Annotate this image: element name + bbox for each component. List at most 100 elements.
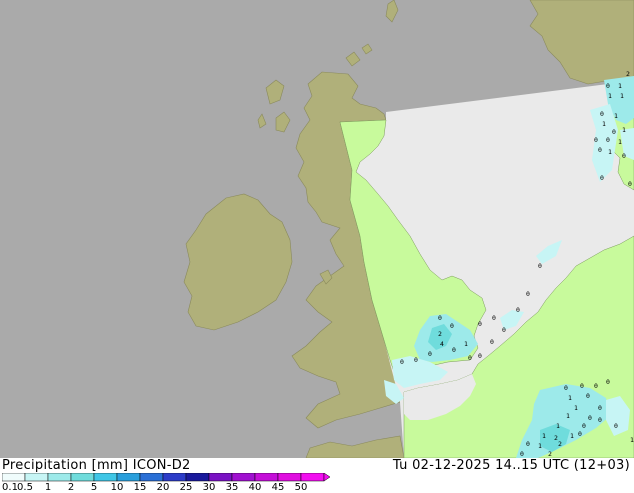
footer-bar: Precipitation [mm] ICON-D2 Tu 02-12-2025… bbox=[0, 458, 634, 493]
cell-value-label: 0 bbox=[468, 354, 472, 362]
cell-value-label: 0 bbox=[526, 290, 530, 298]
svg-text:0: 0 bbox=[502, 326, 506, 334]
svg-text:0: 0 bbox=[600, 174, 604, 182]
svg-text:1: 1 bbox=[620, 92, 624, 100]
svg-text:1: 1 bbox=[574, 404, 578, 412]
cell-value-label: 1 bbox=[608, 92, 612, 100]
cell-value-label: 0 bbox=[582, 422, 586, 430]
colorbar-segment bbox=[70, 473, 95, 482]
precipitation-colorbar bbox=[2, 473, 331, 482]
cell-value-label: 0 bbox=[438, 314, 442, 322]
colorbar-tick-label: 10 bbox=[110, 482, 124, 493]
cell-value-label: 0 bbox=[622, 152, 626, 160]
svg-text:0: 0 bbox=[580, 382, 584, 390]
svg-text:0: 0 bbox=[606, 136, 610, 144]
svg-text:0: 0 bbox=[492, 314, 496, 322]
svg-text:0: 0 bbox=[438, 314, 442, 322]
colorbar-tick-label: 2 bbox=[67, 482, 75, 493]
colorbar-segment bbox=[47, 473, 72, 482]
cell-value-label: 0 bbox=[614, 422, 618, 430]
svg-text:0: 0 bbox=[598, 404, 602, 412]
svg-text:0: 0 bbox=[598, 416, 602, 424]
cell-value-label: 2 bbox=[548, 450, 552, 458]
colorbar-tick-label: 50 bbox=[294, 482, 308, 493]
precipitation-map: 20 11 10 110 10 0 10 1 0000000002040001000000 0 0 0… bbox=[0, 0, 634, 458]
colorbar-tick-label: 35 bbox=[225, 482, 239, 493]
colorbar-tick-label: 20 bbox=[156, 482, 170, 493]
svg-text:0: 0 bbox=[490, 338, 494, 346]
cell-value-label: 0 bbox=[598, 416, 602, 424]
svg-text:0: 0 bbox=[586, 392, 590, 400]
cell-value-label: 2 bbox=[626, 70, 630, 78]
cell-value-label: 0 bbox=[586, 392, 590, 400]
cell-value-label: 0 bbox=[414, 356, 418, 364]
cell-value-label: 1 bbox=[618, 138, 622, 146]
colorbar-tick-label: 25 bbox=[179, 482, 193, 493]
svg-text:1: 1 bbox=[602, 120, 606, 128]
cell-value-label: 2 bbox=[438, 330, 442, 338]
colorbar-tick-label: 40 bbox=[248, 482, 262, 493]
svg-text:0: 0 bbox=[606, 378, 610, 386]
svg-text:1: 1 bbox=[608, 92, 612, 100]
svg-text:0: 0 bbox=[628, 180, 632, 188]
svg-text:1: 1 bbox=[608, 148, 612, 156]
cell-value-label: 0 bbox=[564, 384, 568, 392]
colorbar-segment bbox=[277, 473, 302, 482]
colorbar-tick-label: 45 bbox=[271, 482, 285, 493]
cell-value-label: 1 bbox=[570, 432, 574, 440]
colorbar-tick-label: 1 bbox=[44, 482, 52, 493]
cell-value-label: 1 bbox=[630, 436, 634, 444]
cell-value-label: 0 bbox=[520, 450, 524, 458]
svg-text:0: 0 bbox=[538, 262, 542, 270]
colorbar-segment bbox=[208, 473, 233, 482]
svg-text:0: 0 bbox=[578, 430, 582, 438]
colorbar-segment bbox=[185, 473, 210, 482]
title-left: Precipitation [mm] ICON-D2 bbox=[2, 458, 191, 473]
cell-value-label: 0 bbox=[600, 110, 604, 118]
cell-value-label: 1 bbox=[618, 82, 622, 90]
svg-text:1: 1 bbox=[618, 138, 622, 146]
cell-value-label: 1 bbox=[608, 148, 612, 156]
svg-text:0: 0 bbox=[606, 82, 610, 90]
cell-value-label: 0 bbox=[588, 414, 592, 422]
svg-text:0: 0 bbox=[612, 128, 616, 136]
svg-text:2: 2 bbox=[438, 330, 442, 338]
cell-value-label: 1 bbox=[538, 442, 542, 450]
colorbar-tick-label: 30 bbox=[202, 482, 216, 493]
cell-value-label: 0 bbox=[478, 320, 482, 328]
svg-text:0: 0 bbox=[622, 152, 626, 160]
svg-text:0: 0 bbox=[450, 322, 454, 330]
colorbar-tick-label: 15 bbox=[133, 482, 147, 493]
colorbar-arrow bbox=[323, 473, 331, 482]
cell-value-label: 1 bbox=[602, 120, 606, 128]
svg-text:0: 0 bbox=[468, 354, 472, 362]
svg-text:1: 1 bbox=[538, 442, 542, 450]
colorbar-segment bbox=[139, 473, 164, 482]
cell-value-label: 0 bbox=[612, 128, 616, 136]
svg-text:1: 1 bbox=[464, 340, 468, 348]
colorbar-segment bbox=[116, 473, 141, 482]
cell-value-label: 1 bbox=[620, 92, 624, 100]
colorbar-segment bbox=[300, 473, 325, 482]
cell-value-label: 1 bbox=[622, 126, 626, 134]
colorbar-segment bbox=[231, 473, 256, 482]
svg-text:0: 0 bbox=[582, 422, 586, 430]
cell-value-label: 0 bbox=[598, 404, 602, 412]
title-right: Tu 02-12-2025 14..15 UTC (12+03) bbox=[392, 458, 630, 473]
svg-text:0: 0 bbox=[564, 384, 568, 392]
cell-value-label: 1 bbox=[556, 422, 560, 430]
svg-text:2: 2 bbox=[558, 440, 562, 448]
svg-text:0: 0 bbox=[526, 440, 530, 448]
svg-text:2: 2 bbox=[626, 70, 630, 78]
svg-text:0: 0 bbox=[478, 352, 482, 360]
cell-value-label: 1 bbox=[464, 340, 468, 348]
svg-text:0: 0 bbox=[452, 346, 456, 354]
colorbar-segment bbox=[93, 473, 118, 482]
cell-value-label: 0 bbox=[452, 346, 456, 354]
svg-text:2: 2 bbox=[548, 450, 552, 458]
svg-text:0: 0 bbox=[588, 414, 592, 422]
svg-text:1: 1 bbox=[566, 412, 570, 420]
svg-text:4: 4 bbox=[440, 340, 444, 348]
svg-text:0: 0 bbox=[414, 356, 418, 364]
cell-value-label: 0 bbox=[490, 338, 494, 346]
